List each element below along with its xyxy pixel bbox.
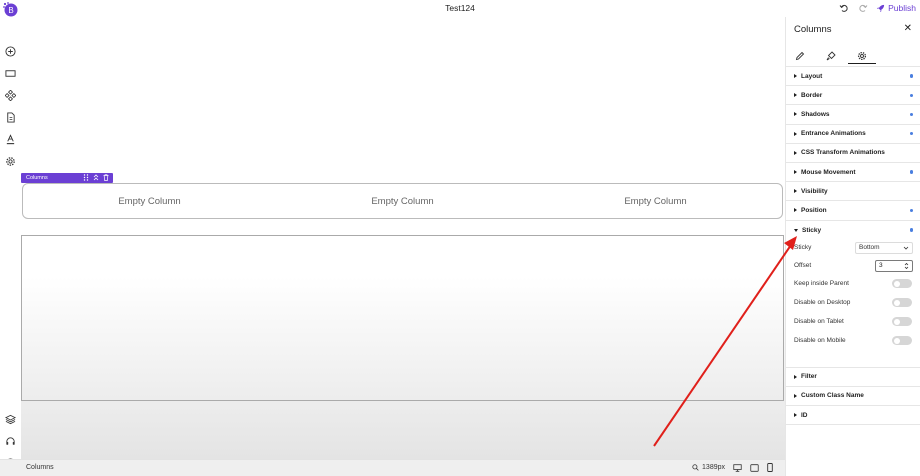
typography-icon[interactable]: [4, 133, 16, 145]
publish-button[interactable]: Publish: [876, 3, 916, 13]
bottom-status-bar: Columns 1389px: [0, 459, 785, 476]
close-icon[interactable]: ✕: [904, 23, 912, 34]
left-toolbar: [0, 17, 21, 476]
caret-right-icon: [794, 374, 797, 379]
redo-icon[interactable]: [857, 2, 869, 14]
section-filter[interactable]: Filter: [786, 368, 920, 387]
caret-right-icon: [794, 413, 797, 418]
section-visibility[interactable]: Visibility: [786, 182, 920, 202]
disable-mobile-row: Disable on Mobile: [794, 334, 913, 348]
offset-input[interactable]: 3: [875, 259, 913, 272]
settings-gear-icon[interactable]: [4, 155, 16, 167]
zoom-search-icon: [692, 464, 699, 471]
caret-right-icon: [794, 189, 797, 194]
tab-content-pencil-icon[interactable]: [792, 48, 808, 64]
empty-container-block[interactable]: [21, 235, 784, 401]
disable-tablet-label: Disable on Tablet: [794, 318, 844, 326]
settings-panel: Columns ✕ Layout Border Shadows Entrance…: [785, 17, 920, 476]
components-icon[interactable]: [4, 89, 16, 101]
sticky-label: Sticky: [794, 244, 812, 252]
sticky-select-value: Bottom: [859, 244, 880, 252]
document-title: Test124: [445, 3, 475, 13]
editor-canvas[interactable]: Columns Empty Column Empty Column Empty …: [21, 17, 785, 459]
modified-dot: [909, 208, 913, 213]
desktop-view-icon[interactable]: [733, 463, 742, 472]
sticky-select[interactable]: Bottom: [855, 241, 913, 254]
caret-right-icon: [794, 150, 797, 155]
section-custom-class-name[interactable]: Custom Class Name: [786, 387, 920, 407]
caret-down-icon: [794, 228, 798, 232]
section-sticky[interactable]: Sticky: [786, 221, 920, 240]
caret-right-icon: [794, 93, 797, 98]
section-entrance-animations[interactable]: Entrance Animations: [786, 125, 920, 144]
layout-block-icon[interactable]: [4, 67, 16, 79]
tablet-view-icon[interactable]: [750, 463, 759, 472]
disable-mobile-label: Disable on Mobile: [794, 337, 846, 345]
caret-right-icon: [794, 131, 797, 136]
modified-dot: [909, 131, 913, 136]
section-id[interactable]: ID: [786, 406, 920, 426]
disable-desktop-label: Disable on Desktop: [794, 299, 851, 307]
section-border[interactable]: Border: [786, 86, 920, 106]
offset-row: Offset 3: [794, 259, 913, 273]
modified-dot: [909, 170, 913, 174]
disable-tablet-toggle[interactable]: [892, 317, 912, 327]
breadcrumb-element[interactable]: Columns: [26, 464, 54, 471]
caret-right-icon: [794, 112, 797, 117]
section-mouse-movement[interactable]: Mouse Movement: [786, 163, 920, 183]
disable-tablet-row: Disable on Tablet: [794, 315, 913, 329]
modified-dot: [909, 228, 913, 232]
selected-element-name: Columns: [26, 175, 48, 181]
stepper-arrows-icon[interactable]: [904, 262, 909, 270]
select-parent-icon[interactable]: [93, 174, 99, 181]
settings-sections: Layout Border Shadows Entrance Animation…: [786, 67, 920, 426]
zoom-control[interactable]: 1389px: [692, 464, 725, 471]
keep-inside-parent-row: Keep inside Parent: [794, 277, 913, 291]
disable-mobile-toggle[interactable]: [892, 336, 912, 346]
section-position[interactable]: Position: [786, 201, 920, 221]
add-element-icon[interactable]: [4, 45, 16, 57]
caret-right-icon: [794, 170, 797, 175]
support-headset-icon[interactable]: [4, 435, 16, 447]
drag-handle-icon[interactable]: [83, 174, 89, 181]
keep-inside-parent-toggle[interactable]: [892, 279, 912, 289]
section-shadows[interactable]: Shadows: [786, 105, 920, 125]
disable-desktop-row: Disable on Desktop: [794, 296, 913, 310]
layers-icon[interactable]: [4, 413, 16, 425]
caret-right-icon: [794, 208, 797, 213]
modified-dot: [909, 74, 913, 78]
columns-block[interactable]: Empty Column Empty Column Empty Column: [22, 183, 783, 219]
offset-label: Offset: [794, 262, 812, 270]
modified-dot: [909, 93, 913, 98]
sticky-settings: Sticky Bottom Offset 3 Keep inside Paren…: [786, 240, 920, 368]
mobile-view-icon[interactable]: [767, 463, 773, 472]
publish-label: Publish: [888, 3, 916, 13]
zoom-value: 1389px: [702, 464, 725, 471]
tab-style-brush-icon[interactable]: [823, 48, 839, 64]
section-css-transform-animations[interactable]: CSS Transform Animations: [786, 144, 920, 163]
selected-element-tag[interactable]: Columns: [21, 173, 113, 183]
offset-value: 3: [879, 262, 883, 270]
chevron-down-icon: [903, 246, 909, 250]
tab-advanced-gear-icon[interactable]: [848, 48, 876, 64]
disable-desktop-toggle[interactable]: [892, 298, 912, 308]
panel-tabs: [786, 45, 920, 67]
delete-icon[interactable]: [103, 174, 109, 181]
rocket-icon: [877, 4, 885, 12]
caret-right-icon: [794, 74, 797, 79]
section-layout[interactable]: Layout: [786, 67, 920, 87]
caret-right-icon: [794, 393, 797, 398]
sticky-row: Sticky Bottom: [794, 241, 913, 255]
keep-inside-parent-label: Keep inside Parent: [794, 280, 849, 288]
pages-icon[interactable]: [4, 111, 16, 123]
top-actions: Publish: [838, 1, 916, 15]
empty-column[interactable]: Empty Column: [529, 184, 782, 218]
empty-column[interactable]: Empty Column: [23, 184, 276, 218]
undo-icon[interactable]: [838, 2, 850, 14]
modified-dot: [909, 112, 913, 117]
panel-title: Columns: [794, 24, 832, 35]
empty-column[interactable]: Empty Column: [276, 184, 529, 218]
